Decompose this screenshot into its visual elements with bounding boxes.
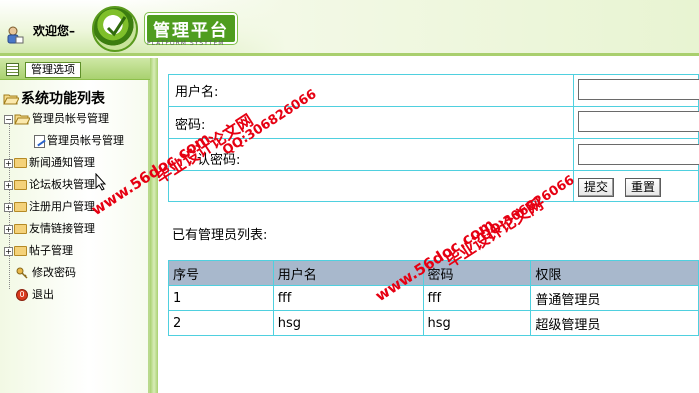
sidebar-item-registered-users[interactable]: + 注册用户管理 bbox=[4, 198, 95, 214]
admin-list-title: 已有管理员列表: bbox=[172, 228, 268, 243]
folder-open-icon bbox=[14, 114, 30, 125]
column-header: 权限 bbox=[530, 260, 699, 286]
sidebar-item-admin-account-manage[interactable]: 管理员帐号管理 bbox=[34, 132, 124, 148]
table-header-row: 序号 用户名 密码 权限 bbox=[168, 260, 699, 286]
edit-document-icon bbox=[34, 134, 45, 148]
column-header: 序号 bbox=[168, 260, 274, 286]
reset-button[interactable]: 重置 bbox=[625, 178, 662, 197]
app-subtitle: PLATFORM SYSYTEM bbox=[147, 40, 225, 47]
folder-icon bbox=[14, 180, 27, 190]
username-input[interactable] bbox=[578, 79, 699, 100]
form-label-cell: 认密码: bbox=[169, 139, 574, 170]
mouse-cursor-icon bbox=[95, 173, 107, 191]
sidebar-item-label: 新闻通知管理 bbox=[29, 156, 95, 169]
sidebar-tab-button[interactable]: 管理选项 bbox=[25, 62, 81, 78]
logo-check-icon bbox=[106, 16, 127, 37]
folder-open-icon bbox=[3, 94, 19, 105]
sidebar-item-admin-account[interactable]: − 管理员帐号管理 bbox=[4, 110, 109, 126]
table-cell: 2 bbox=[168, 310, 274, 336]
form-row-actions bbox=[168, 170, 699, 202]
sidebar-item-label: 注册用户管理 bbox=[29, 200, 95, 213]
table-cell: 1 bbox=[168, 285, 274, 311]
table-cell: hsg bbox=[422, 310, 532, 336]
tree-root[interactable]: 系统功能列表 bbox=[3, 88, 105, 108]
sidebar-item-change-password[interactable]: 修改密码 bbox=[16, 264, 76, 280]
expand-icon: + bbox=[4, 202, 13, 212]
password-input[interactable] bbox=[578, 111, 699, 132]
admin-table: 序号 用户名 密码 权限 1 fff fff 普通管理员 2 hsg hsg 超… bbox=[168, 260, 699, 336]
table-cell: 普通管理员 bbox=[530, 285, 699, 311]
collapse-icon: − bbox=[4, 114, 13, 124]
table-cell: fff bbox=[422, 285, 532, 311]
password-label: 密码: bbox=[175, 118, 206, 133]
list-icon bbox=[6, 63, 19, 76]
expand-icon: + bbox=[4, 246, 13, 256]
user-icon bbox=[7, 26, 24, 44]
sidebar-item-label: 友情链接管理 bbox=[29, 222, 95, 235]
power-icon: 0 bbox=[16, 289, 28, 301]
panel-splitter[interactable] bbox=[150, 58, 158, 393]
sidebar-item-posts[interactable]: + 帖子管理 bbox=[4, 242, 73, 258]
folder-icon bbox=[14, 158, 27, 168]
confirm-password-input[interactable] bbox=[578, 144, 699, 165]
confirm-password-label: 认密码: bbox=[197, 153, 241, 168]
form-label-cell: 密码: bbox=[169, 107, 574, 138]
table-cell: 超级管理员 bbox=[530, 310, 699, 336]
form-label-cell bbox=[169, 171, 574, 201]
expand-icon: + bbox=[4, 224, 13, 234]
sidebar-item-label: 管理员帐号管理 bbox=[47, 134, 124, 147]
tree-root-label: 系统功能列表 bbox=[21, 91, 105, 107]
column-header: 用户名 bbox=[272, 260, 424, 286]
table-cell: hsg bbox=[272, 310, 424, 336]
sidebar-item-label: 修改密码 bbox=[32, 266, 76, 279]
expand-icon: + bbox=[4, 158, 13, 168]
header-divider bbox=[0, 53, 699, 56]
sidebar-item-news[interactable]: + 新闻通知管理 bbox=[4, 154, 95, 170]
folder-icon bbox=[14, 224, 27, 234]
username-label: 用户名: bbox=[175, 85, 219, 100]
sidebar-item-forum-boards[interactable]: + 论坛板块管理 bbox=[4, 176, 95, 192]
table-cell: fff bbox=[272, 285, 424, 311]
submit-button[interactable]: 提交 bbox=[578, 178, 615, 197]
expand-icon: + bbox=[4, 180, 13, 190]
sidebar-item-friend-links[interactable]: + 友情链接管理 bbox=[4, 220, 95, 236]
table-row: 1 fff fff 普通管理员 bbox=[168, 285, 699, 311]
sidebar-item-label: 帖子管理 bbox=[29, 244, 73, 257]
sidebar-item-label: 管理员帐号管理 bbox=[32, 112, 109, 125]
form-label-cell: 用户名: bbox=[169, 75, 574, 106]
table-row: 2 hsg hsg 超级管理员 bbox=[168, 310, 699, 336]
column-header: 密码 bbox=[422, 260, 532, 286]
folder-icon bbox=[14, 202, 27, 212]
sidebar-item-label: 退出 bbox=[32, 288, 54, 301]
welcome-text: 欢迎您– bbox=[33, 24, 76, 38]
sidebar-item-label: 论坛板块管理 bbox=[29, 178, 95, 191]
folder-icon bbox=[14, 246, 27, 256]
key-icon bbox=[16, 267, 28, 279]
sidebar-item-logout[interactable]: 0 退出 bbox=[16, 286, 54, 302]
